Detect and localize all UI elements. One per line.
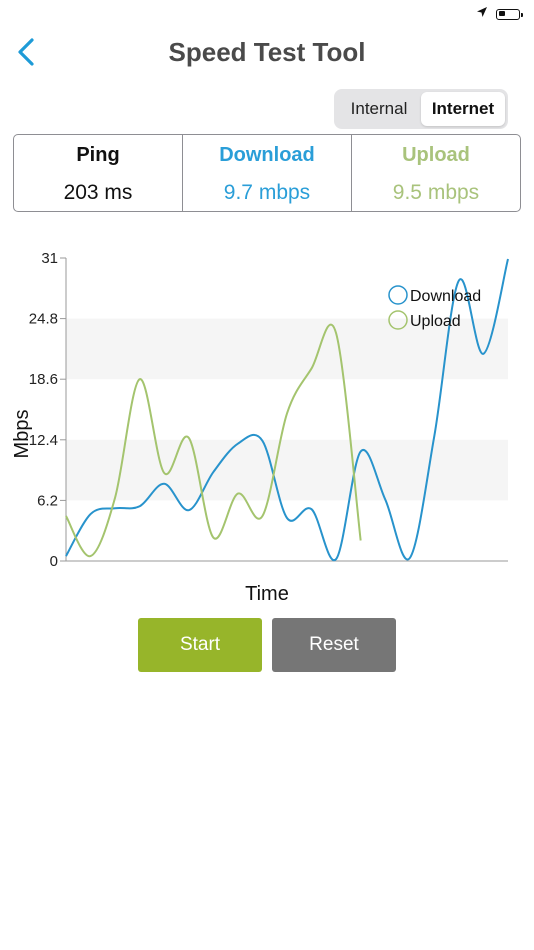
upload-label: Upload (402, 144, 470, 166)
reset-button[interactable]: Reset (272, 618, 396, 672)
stats-panel: Ping 203 ms Download 9.7 mbps Upload 9.5… (13, 134, 521, 212)
y-tick-label: 0 (50, 553, 58, 570)
y-tick-label: 31 (41, 250, 58, 267)
status-bar (0, 0, 534, 26)
ping-value: 203 ms (63, 181, 133, 204)
network-segmented-control: Internal Internet (334, 89, 508, 129)
segment-internet[interactable]: Internet (421, 92, 505, 126)
y-axis-title: Mbps (11, 410, 33, 459)
grid-band (66, 439, 508, 501)
nav-bar: Speed Test Tool (0, 28, 534, 80)
x-axis-title: Time (245, 583, 289, 605)
upload-stat: Upload 9.5 mbps (351, 135, 520, 211)
start-button[interactable]: Start (138, 618, 262, 672)
upload-value: 9.5 mbps (392, 181, 480, 204)
speed-chart-svg: 0 6.2 12.4 18.6 24.8 31 Time Mbps Download Upload (11, 250, 509, 605)
ping-stat: Ping 203 ms (14, 135, 182, 211)
legend-label-download: Download (410, 288, 481, 305)
download-value: 9.7 mbps (223, 181, 311, 204)
battery-icon (496, 8, 523, 20)
segment-internal[interactable]: Internal (337, 92, 421, 126)
status-icons (476, 5, 523, 23)
y-tick-label: 6.2 (37, 492, 58, 509)
speed-chart: 0 6.2 12.4 18.6 24.8 31 Time Mbps Download Upload (0, 238, 534, 610)
y-tick-label: 18.6 (29, 371, 58, 388)
ping-label: Ping (76, 144, 120, 166)
page-title: Speed Test Tool (168, 37, 366, 67)
legend-label-upload: Upload (410, 313, 461, 330)
location-arrow-icon (476, 5, 488, 23)
download-label: Download (219, 144, 315, 166)
y-tick-label: 12.4 (29, 432, 58, 449)
y-tick-label: 24.8 (29, 311, 58, 328)
download-stat: Download 9.7 mbps (182, 135, 351, 211)
legend-marker-download (388, 285, 408, 305)
